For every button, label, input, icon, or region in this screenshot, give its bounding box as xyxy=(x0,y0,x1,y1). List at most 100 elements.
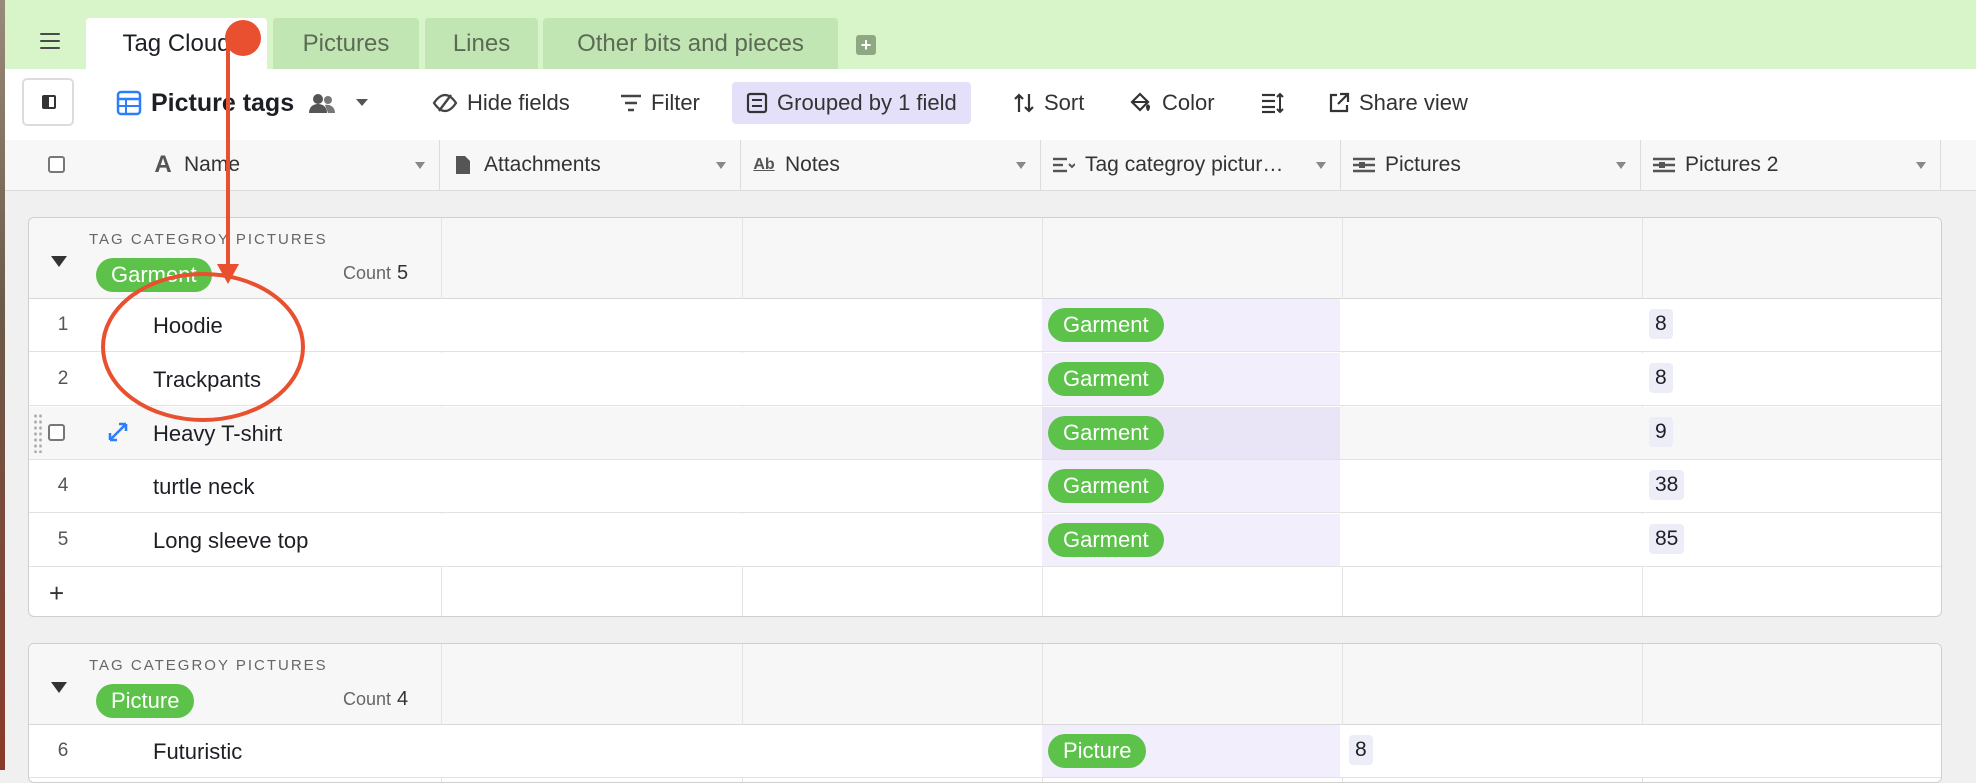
column-title: Tag categroy pictur… xyxy=(1085,153,1284,176)
linked-record-icon xyxy=(1353,155,1375,175)
hide-fields-label: Hide fields xyxy=(467,90,570,115)
chevron-down-icon[interactable] xyxy=(1316,162,1326,169)
group-value-pill: Garment xyxy=(96,258,212,292)
tag-pill: Picture xyxy=(1048,734,1147,768)
tab-pictures[interactable]: Pictures xyxy=(273,18,419,69)
tag-pill: Garment xyxy=(1048,469,1164,503)
chevron-down-icon[interactable] xyxy=(1916,162,1926,169)
grid-view-icon xyxy=(116,90,142,116)
select-all-checkbox[interactable] xyxy=(48,156,65,173)
row-number: 6 xyxy=(57,740,69,761)
tag-pill: Garment xyxy=(1048,416,1164,450)
add-tab-button[interactable]: + xyxy=(856,35,876,55)
linked-record-chip[interactable]: 8 xyxy=(1649,363,1673,393)
cell-name[interactable]: Heavy T-shirt xyxy=(153,421,282,447)
group-header[interactable]: TAG CATEGROY PICTURES Picture Count 4 xyxy=(29,644,1941,725)
tab-label: Tag Cloud xyxy=(122,29,231,57)
group-value-pill: Picture xyxy=(96,684,195,718)
plus-icon: + xyxy=(49,578,65,608)
expand-record-icon[interactable] xyxy=(107,421,129,443)
group-count: Count 4 xyxy=(343,688,408,711)
table-row[interactable]: 4 turtle neck Garment 38 xyxy=(29,460,1941,513)
count-value: 5 xyxy=(397,262,409,284)
color-label: Color xyxy=(1162,90,1215,115)
chevron-down-icon xyxy=(356,99,369,106)
count-label: Count xyxy=(343,689,392,709)
sidebar-toggle-button[interactable] xyxy=(22,78,74,126)
column-title: Pictures 2 xyxy=(1685,153,1779,176)
column-header-name[interactable]: A Name xyxy=(140,140,440,190)
tag-pill: Garment xyxy=(1048,362,1164,396)
cell-name[interactable]: Futuristic xyxy=(153,739,242,765)
column-title: Notes xyxy=(785,153,840,176)
tab-label: Other bits and pieces xyxy=(577,29,804,57)
long-text-icon: Ab xyxy=(753,156,775,173)
linked-record-chip[interactable]: 8 xyxy=(1649,309,1673,339)
column-header-pictures[interactable]: Pictures xyxy=(1341,140,1641,190)
share-view-label: Share view xyxy=(1359,90,1468,115)
chevron-down-icon[interactable] xyxy=(716,162,726,169)
linked-record-icon xyxy=(1653,155,1675,175)
column-header-attachments[interactable]: Attachments xyxy=(440,140,741,190)
group-icon xyxy=(746,92,768,114)
tab-label: Pictures xyxy=(302,29,390,57)
group-count: Count 5 xyxy=(343,262,408,285)
share-icon xyxy=(1329,92,1350,113)
table-row[interactable]: 6 Futuristic Picture 8 xyxy=(29,725,1941,778)
view-switcher[interactable]: Picture tags xyxy=(116,86,378,120)
sidebar-icon xyxy=(42,95,56,109)
linked-record-chip[interactable]: 85 xyxy=(1649,524,1685,554)
record-group: TAG CATEGROY PICTURES Garment Count 5 1 H… xyxy=(28,217,1942,617)
group-button[interactable]: Grouped by 1 field xyxy=(732,82,971,124)
row-height-icon xyxy=(1262,92,1284,114)
group-field-label: TAG CATEGROY PICTURES xyxy=(89,657,328,674)
tab-tag-cloud[interactable]: Tag Cloud xyxy=(86,18,267,69)
chevron-down-icon[interactable] xyxy=(1016,162,1026,169)
column-header-tag-category[interactable]: Tag categroy pictur… xyxy=(1041,140,1341,190)
table-row[interactable]: 5 Long sleeve top Garment 85 xyxy=(29,514,1941,567)
cell-name[interactable]: Long sleeve top xyxy=(153,528,308,554)
filter-label: Filter xyxy=(651,90,700,115)
chevron-down-icon[interactable] xyxy=(1616,162,1626,169)
cell-name[interactable]: Trackpants xyxy=(153,367,261,393)
table-row[interactable]: 1 Hoodie Garment 8 xyxy=(29,299,1941,352)
row-number: 2 xyxy=(57,368,69,389)
share-view-button[interactable]: Share view xyxy=(1328,86,1468,120)
add-record-button[interactable]: + xyxy=(29,568,1941,616)
menu-icon[interactable] xyxy=(40,33,60,49)
group-header[interactable]: TAG CATEGROY PICTURES Garment Count 5 xyxy=(29,218,1941,299)
sort-icon xyxy=(1014,93,1034,113)
column-title: Pictures xyxy=(1385,153,1461,176)
drag-handle[interactable] xyxy=(33,413,43,453)
column-header-notes[interactable]: Ab Notes xyxy=(741,140,1041,190)
chevron-down-icon[interactable] xyxy=(415,162,425,169)
column-title: Attachments xyxy=(484,153,601,176)
column-header-pictures-2[interactable]: Pictures 2 xyxy=(1641,140,1941,190)
linked-record-chip[interactable]: 38 xyxy=(1649,470,1685,500)
text-field-icon: A xyxy=(154,151,172,178)
filter-icon xyxy=(621,94,641,112)
view-name: Picture tags xyxy=(151,88,295,117)
tag-pill: Garment xyxy=(1048,308,1164,342)
record-group: TAG CATEGROY PICTURES Picture Count 4 6 F… xyxy=(28,643,1942,783)
cell-name[interactable]: turtle neck xyxy=(153,474,255,500)
filter-button[interactable]: Filter xyxy=(620,86,700,120)
color-button[interactable]: Color xyxy=(1129,86,1215,120)
linked-record-chip[interactable]: 8 xyxy=(1349,735,1373,765)
table-row[interactable]: Heavy T-shirt Garment 9 xyxy=(29,407,1941,460)
tab-other-bits[interactable]: Other bits and pieces xyxy=(543,18,838,69)
count-label: Count xyxy=(343,263,392,283)
cell-name[interactable]: Hoodie xyxy=(153,313,223,339)
row-height-button[interactable] xyxy=(1261,86,1294,120)
count-value: 4 xyxy=(397,688,409,710)
sort-label: Sort xyxy=(1044,90,1085,115)
linked-record-chip[interactable]: 9 xyxy=(1649,417,1673,447)
collapse-caret-icon[interactable] xyxy=(51,682,67,693)
tab-lines[interactable]: Lines xyxy=(425,18,538,69)
hide-fields-button[interactable]: Hide fields xyxy=(432,86,570,120)
collaborative-icon xyxy=(309,94,336,113)
table-row[interactable]: 2 Trackpants Garment 8 xyxy=(29,353,1941,406)
collapse-caret-icon[interactable] xyxy=(51,256,67,267)
row-checkbox[interactable] xyxy=(48,424,65,441)
sort-button[interactable]: Sort xyxy=(1013,86,1084,120)
